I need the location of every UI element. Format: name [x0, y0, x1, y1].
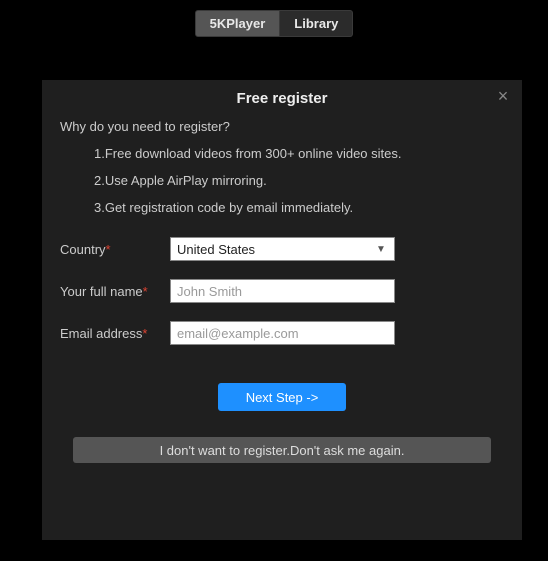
why-text: Why do you need to register?	[60, 119, 504, 134]
country-select[interactable]: United States	[170, 237, 395, 261]
row-name: Your full name*	[60, 279, 504, 303]
label-country: Country*	[60, 242, 170, 257]
label-name: Your full name*	[60, 284, 170, 299]
reason-1: 1.Free download videos from 300+ online …	[94, 146, 504, 161]
tab-5kplayer[interactable]: 5KPlayer	[195, 10, 281, 37]
row-country: Country* United States ▼	[60, 237, 504, 261]
row-email: Email address*	[60, 321, 504, 345]
dialog-header: Free register ×	[42, 80, 522, 115]
next-step-button[interactable]: Next Step ->	[218, 383, 346, 411]
skip-register-button[interactable]: I don't want to register.Don't ask me ag…	[73, 437, 491, 463]
reasons-list: 1.Free download videos from 300+ online …	[94, 146, 504, 215]
reason-2: 2.Use Apple AirPlay mirroring.	[94, 173, 504, 188]
label-email: Email address*	[60, 326, 170, 341]
close-icon[interactable]: ×	[494, 88, 512, 106]
name-input[interactable]	[170, 279, 395, 303]
top-tabs: 5KPlayer Library	[0, 0, 548, 37]
email-input[interactable]	[170, 321, 395, 345]
tab-library[interactable]: Library	[280, 10, 353, 37]
register-dialog: Free register × Why do you need to regis…	[42, 80, 522, 540]
dialog-body: Why do you need to register? 1.Free down…	[42, 115, 522, 463]
reason-3: 3.Get registration code by email immedia…	[94, 200, 504, 215]
dialog-title: Free register	[237, 90, 328, 107]
